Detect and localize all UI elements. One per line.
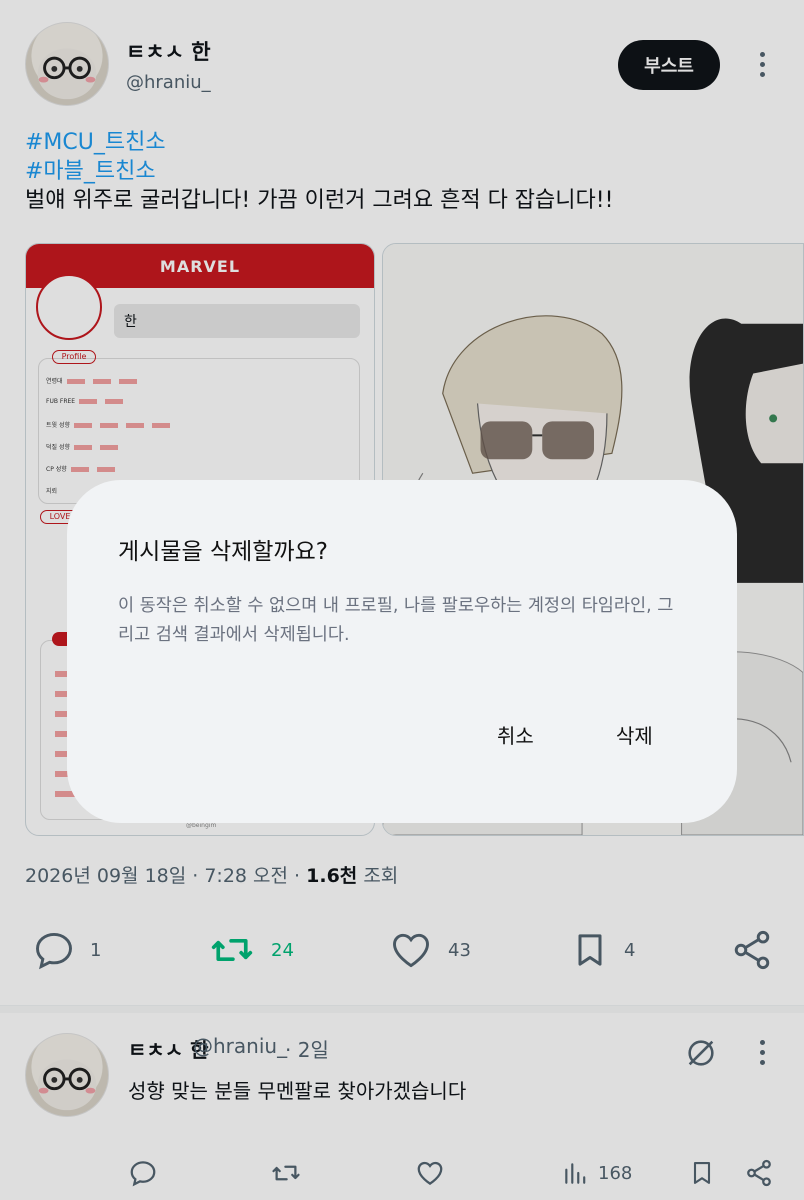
cancel-button[interactable]: 취소	[497, 720, 534, 749]
delete-button[interactable]: 삭제	[616, 720, 653, 749]
dialog-message: 이 동작은 취소할 수 없으며 내 프로필, 나를 팔로우하는 계정의 타임라인…	[118, 596, 674, 645]
delete-confirm-dialog: 게시물을 삭제할까요? 이 동작은 취소할 수 없으며 내 프로필, 나를 팔로…	[67, 480, 737, 823]
post-detail-page: ㅌㅊㅅ 한 @hraniu_ 부스트 #MCU_트친소 #마블_트친소 벌얘 위…	[0, 0, 804, 1200]
dialog-title: 게시물을 삭제할까요?	[118, 539, 328, 565]
